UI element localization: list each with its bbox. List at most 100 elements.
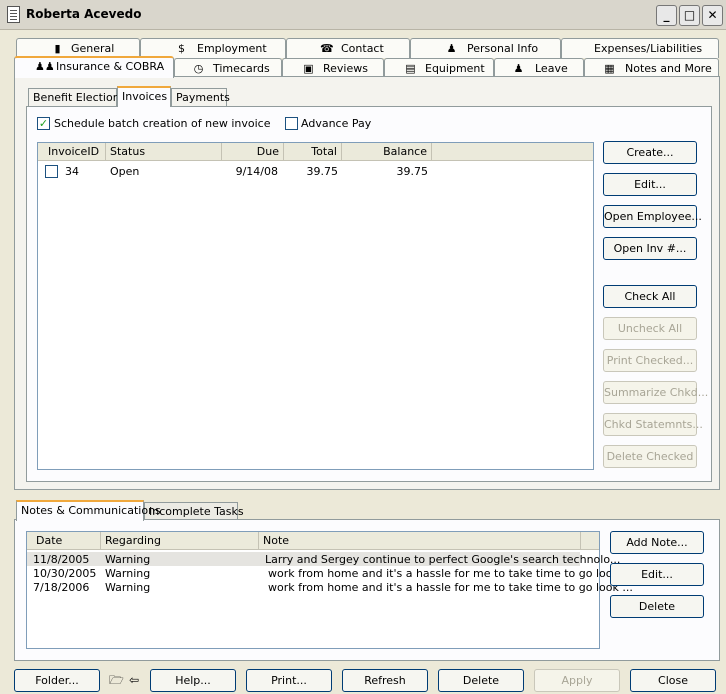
phone-icon: ☎ (320, 42, 334, 55)
dollar-icon: $ (178, 42, 185, 55)
tab-personal-info[interactable]: ♟ Personal Info (410, 38, 561, 58)
tab-label: General (71, 42, 115, 55)
tab-label: Incomplete Tasks (149, 505, 244, 518)
tab-general[interactable]: ▮ General (16, 38, 140, 58)
delete-checked-button[interactable]: Delete Checked (603, 445, 697, 468)
invoice-balance: 39.75 (396, 165, 429, 178)
tab-invoices[interactable]: Invoices (117, 86, 171, 107)
note-date: 11/8/2005 (33, 553, 90, 566)
invoice-total: 39.75 (306, 165, 339, 178)
tab-label: Employment (197, 42, 267, 55)
column-header-status[interactable]: Status (106, 143, 222, 161)
column-header-invoiceid[interactable]: InvoiceID (38, 143, 106, 161)
review-icon: ▣ (303, 62, 314, 75)
title-bar: Roberta Acevedo _ □ ✕ (0, 0, 726, 30)
notes-list[interactable]: Date Regarding Note 11/8/2005 Warning La… (26, 531, 633, 649)
print-checked-button[interactable]: Print Checked... (603, 349, 697, 372)
tab-label: Equipment (425, 62, 485, 75)
list-item[interactable]: 11/8/2005 Warning Larry and Sergey conti… (27, 552, 620, 566)
tab-label: Contact (341, 42, 384, 55)
list-item[interactable]: 7/18/2006 Warning work from home and it'… (27, 580, 633, 594)
tab-expenses-liabilities[interactable]: Expenses/Liabilities (561, 38, 719, 58)
list-item[interactable]: 10/30/2005 Warning work from home and it… (27, 566, 633, 580)
tab-insurance-cobra[interactable]: ♟♟ Insurance & COBRA (14, 56, 174, 78)
tab-label: Reviews (323, 62, 368, 75)
invoice-id: 34 (65, 165, 79, 178)
invoice-list-header: InvoiceID Status Due Total Balance (38, 143, 593, 161)
notes-list-header: Date Regarding Note (27, 532, 599, 550)
delete-button[interactable]: Delete (438, 669, 524, 692)
open-employee-button[interactable]: Open Employee... (603, 205, 702, 228)
tab-payments[interactable]: Payments (171, 88, 230, 107)
column-header-note[interactable]: Note (259, 532, 581, 550)
tab-label: Benefit Elections (33, 91, 126, 104)
print-button[interactable]: Print... (246, 669, 332, 692)
edit-note-button[interactable]: Edit... (610, 563, 704, 586)
tab-benefit-elections[interactable]: Benefit Elections (28, 88, 125, 107)
note-text: work from home and it's a hassle for me … (268, 567, 633, 580)
tab-label: Expenses/Liabilities (594, 42, 703, 55)
tab-label: Timecards (213, 62, 270, 75)
note-date: 7/18/2006 (33, 581, 90, 594)
schedule-batch-label: Schedule batch creation of new invoice (54, 117, 271, 130)
tab-label: Leave (535, 62, 568, 75)
note-regarding: Warning (105, 553, 151, 566)
folder-button[interactable]: Folder... (14, 669, 100, 692)
clock-icon: ◷ (193, 62, 204, 75)
folder-open-icon[interactable]: 🗁 (109, 673, 124, 687)
add-note-button[interactable]: Add Note... (610, 531, 704, 554)
tab-label: Personal Info (467, 42, 539, 55)
create-button[interactable]: Create... (603, 141, 697, 164)
summarize-checked-button[interactable]: Summarize Chkd... (603, 381, 708, 404)
invoice-due: 9/14/08 (235, 165, 278, 178)
column-header-due[interactable]: Due (222, 143, 284, 161)
tab-reviews[interactable]: ▣ Reviews (282, 58, 384, 78)
note-regarding: Warning (105, 567, 151, 580)
uncheck-all-button[interactable]: Uncheck All (603, 317, 697, 340)
tab-label: Payments (176, 91, 230, 104)
notes-icon: ▦ (604, 62, 615, 75)
table-row[interactable]: 34 Open 9/14/08 39.75 39.75 (38, 163, 593, 179)
note-regarding: Warning (105, 581, 151, 594)
tab-equipment[interactable]: ▤ Equipment (384, 58, 494, 78)
equipment-icon: ▤ (405, 62, 416, 75)
window-title: Roberta Acevedo (26, 7, 142, 21)
tab-contact[interactable]: ☎ Contact (286, 38, 410, 58)
person-icon: ♟ (446, 42, 457, 55)
tab-label: Notes and More (625, 62, 712, 75)
column-header-date[interactable]: Date (27, 532, 101, 550)
column-header-balance[interactable]: Balance (342, 143, 432, 161)
tab-notes-and-more[interactable]: ▦ Notes and More (584, 58, 719, 78)
tab-notes-communications[interactable]: Notes & Communications (16, 500, 161, 521)
invoice-status: Open (110, 165, 140, 178)
tab-label: Notes & Communications (21, 504, 161, 517)
refresh-button[interactable]: Refresh (342, 669, 428, 692)
tab-label: Invoices (122, 90, 168, 103)
advance-pay-label: Advance Pay (301, 117, 372, 130)
family-icon: ♟♟ (35, 60, 55, 73)
apply-button[interactable]: Apply (534, 669, 620, 692)
close-window-button[interactable]: ✕ (702, 5, 723, 26)
tab-employment[interactable]: $ Employment (140, 38, 286, 58)
note-text: work from home and it's a hassle for me … (268, 581, 633, 594)
maximize-button[interactable]: □ (679, 5, 700, 26)
tab-label: Insurance & COBRA (56, 60, 165, 73)
checked-statements-button[interactable]: Chkd Statemnts... (603, 413, 703, 436)
schedule-batch-checkbox[interactable]: ✓ (37, 117, 50, 130)
edit-invoice-button[interactable]: Edit... (603, 173, 697, 196)
open-invoice-number-button[interactable]: Open Inv #... (603, 237, 697, 260)
minimize-button[interactable]: _ (656, 5, 677, 26)
tab-leave[interactable]: ♟ Leave (494, 58, 584, 78)
tab-timecards[interactable]: ◷ Timecards (174, 58, 282, 78)
invoice-row-checkbox[interactable] (45, 165, 58, 178)
close-button[interactable]: Close (630, 669, 716, 692)
invoice-list[interactable]: InvoiceID Status Due Total Balance 34 Op… (37, 142, 594, 470)
column-header-total[interactable]: Total (284, 143, 342, 161)
column-header-regarding[interactable]: Regarding (101, 532, 259, 550)
advance-pay-checkbox[interactable] (285, 117, 298, 130)
help-button[interactable]: Help... (150, 669, 236, 692)
delete-note-button[interactable]: Delete (610, 595, 704, 618)
folder-back-icon[interactable]: ⇦ (129, 673, 143, 687)
note-text: Larry and Sergey continue to perfect Goo… (265, 553, 621, 566)
check-all-button[interactable]: Check All (603, 285, 697, 308)
